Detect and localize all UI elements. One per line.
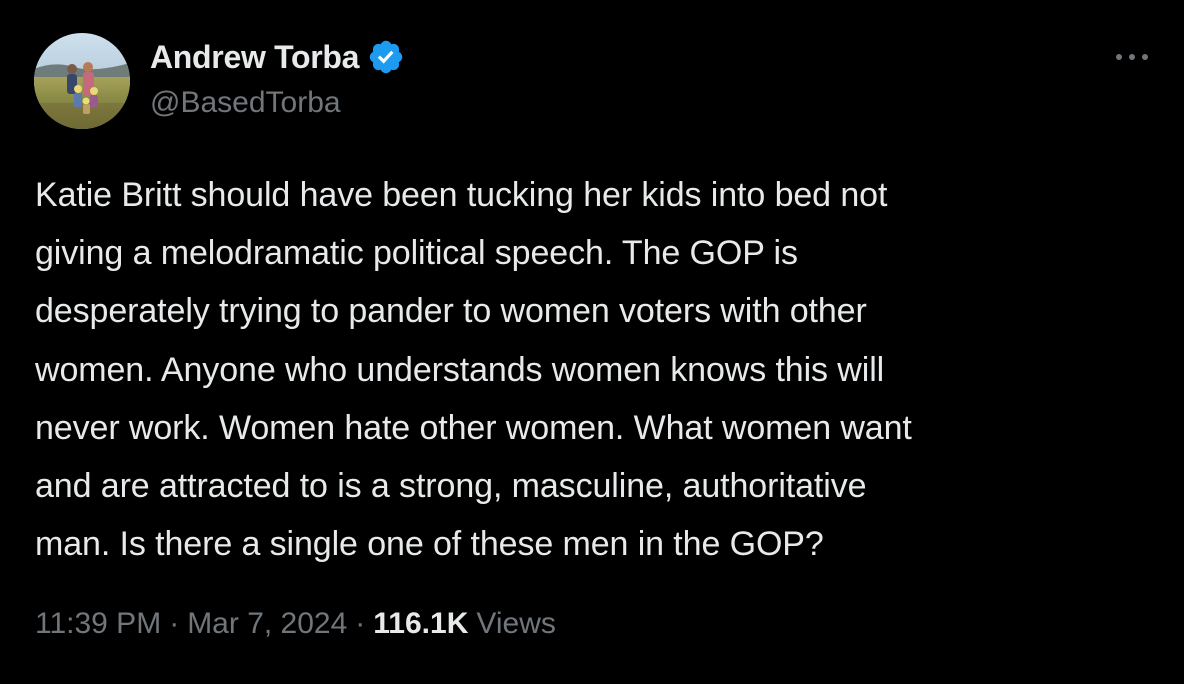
tweet-time[interactable]: 11:39 PM (35, 607, 161, 641)
tweet-text-line: man. Is there a single one of these men … (35, 525, 824, 564)
tweet-card: Andrew Torba @BasedTorba Katie Britt sho… (0, 0, 1184, 684)
author-name-row: Andrew Torba (150, 37, 405, 77)
tweet-text-line: never work. Women hate other women. What… (35, 408, 912, 447)
tweet-date[interactable]: Mar 7, 2024 (187, 607, 347, 641)
author-handle[interactable]: @BasedTorba (150, 86, 341, 120)
author-display-name[interactable]: Andrew Torba (150, 39, 359, 76)
avatar-photo-icon (34, 33, 130, 129)
meta-separator: · (355, 607, 366, 640)
tweet-text-line: desperately trying to pander to women vo… (35, 292, 867, 331)
tweet-meta: 11:39 PM · Mar 7, 2024 · 116.1K Views (35, 607, 556, 641)
author-avatar[interactable] (34, 33, 130, 129)
tweet-text-line: women. Anyone who understands women know… (35, 350, 885, 389)
tweet-text-line: Katie Britt should have been tucking her… (35, 176, 888, 214)
meta-separator: · (169, 607, 180, 640)
views-label[interactable]: Views (476, 607, 555, 641)
tweet-text-line: and are attracted to is a strong, mascul… (35, 467, 867, 506)
more-options-icon (1116, 54, 1148, 60)
verified-check-icon[interactable] (367, 38, 405, 76)
views-count[interactable]: 116.1K (373, 607, 468, 641)
tweet-text-line: giving a melodramatic political speech. … (35, 234, 798, 273)
more-options-button[interactable] (1110, 44, 1154, 70)
tweet-text: Katie Britt should have been tucking her… (35, 166, 1135, 573)
